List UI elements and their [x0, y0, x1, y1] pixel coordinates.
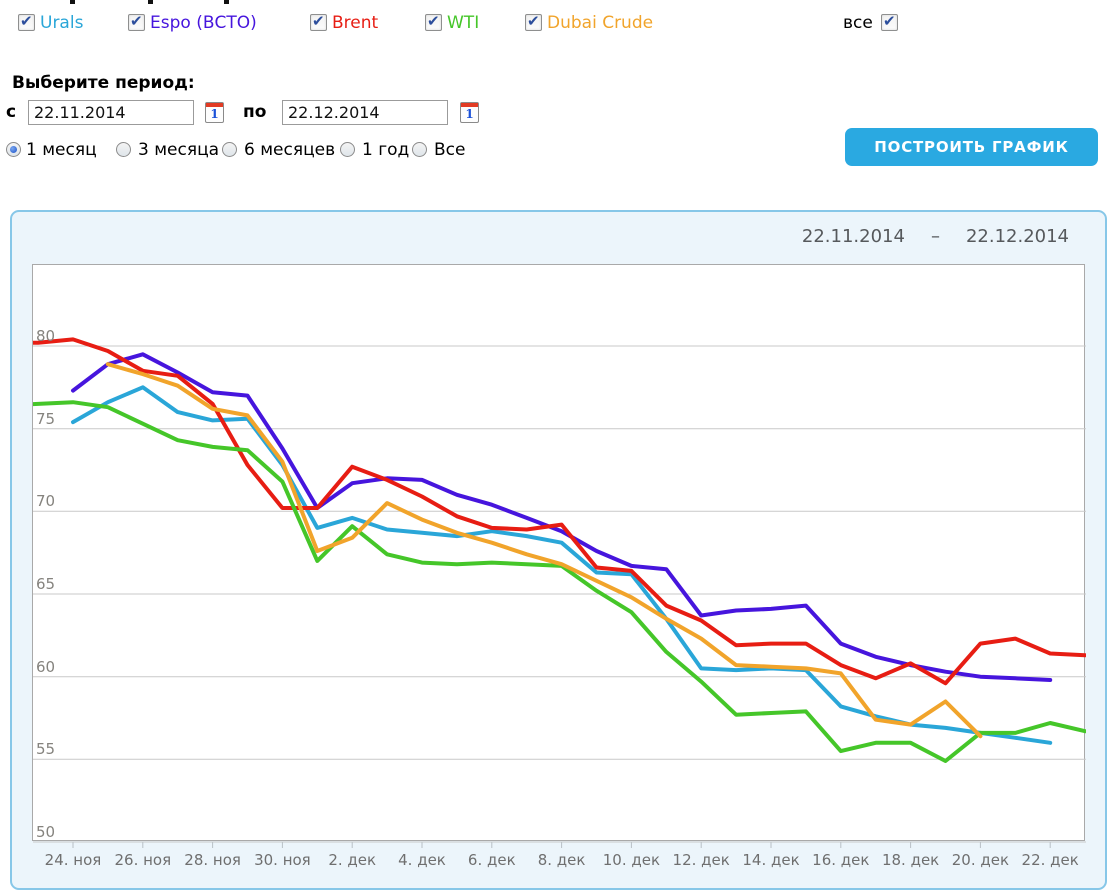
- y-axis-label: 80: [36, 327, 55, 345]
- calendar-icon[interactable]: 1: [205, 102, 224, 123]
- calendar-icon-day: 1: [206, 107, 223, 121]
- period-radio-label[interactable]: Все: [434, 140, 465, 160]
- series-checkbox[interactable]: ✔: [425, 14, 442, 31]
- period-radio-label[interactable]: 1 месяц: [26, 140, 97, 160]
- x-axis-label: 22. дек: [1022, 851, 1079, 869]
- series-line: [73, 354, 1050, 680]
- date-to-input[interactable]: [282, 100, 448, 125]
- check-icon: ✔: [20, 12, 33, 30]
- series-label[interactable]: Dubai Crude: [547, 13, 653, 33]
- chart-panel: 22.11.2014 – 22.12.2014 80 75 70 65 60 55 50 24…: [10, 210, 1107, 890]
- series-checkbox[interactable]: ✔: [18, 14, 35, 31]
- chart-date-range: 22.11.2014 – 22.12.2014: [802, 226, 1069, 247]
- chart-date-from: 22.11.2014: [802, 226, 905, 247]
- series-label[interactable]: Brent: [332, 13, 378, 33]
- x-axis-label: 20. дек: [952, 851, 1009, 869]
- x-axis-label: 14. дек: [742, 851, 799, 869]
- x-axis-label: 2. дек: [328, 851, 376, 869]
- period-radio[interactable]: [222, 142, 237, 157]
- series-line: [3, 402, 1085, 761]
- cropped-heading-fragment: [148, 0, 153, 4]
- date-to-label: по: [243, 102, 266, 122]
- calendar-icon-day: 1: [461, 107, 478, 121]
- period-title: Выберите период:: [12, 73, 195, 93]
- period-radio[interactable]: [116, 142, 131, 157]
- radio-dot: [10, 146, 17, 153]
- x-axis-label: 30. ноя: [254, 851, 311, 869]
- check-icon: ✔: [527, 12, 540, 30]
- check-icon: ✔: [883, 12, 896, 30]
- x-axis-label: 12. дек: [673, 851, 730, 869]
- check-icon: ✔: [312, 12, 325, 30]
- y-axis-label: 70: [36, 492, 55, 510]
- y-axis-label: 75: [36, 410, 55, 428]
- all-series-checkbox[interactable]: ✔: [881, 14, 898, 31]
- period-radio-label[interactable]: 6 месяцев: [244, 140, 335, 160]
- series-checkbox[interactable]: ✔: [525, 14, 542, 31]
- cropped-heading-fragment: [224, 0, 229, 4]
- series-label[interactable]: Espo (ВСТО): [150, 13, 257, 33]
- series-label[interactable]: Urals: [40, 13, 83, 33]
- chart-date-dash: –: [931, 226, 940, 247]
- x-axis-label: 28. ноя: [184, 851, 241, 869]
- x-axis-label: 6. дек: [468, 851, 516, 869]
- chart-date-to: 22.12.2014: [966, 226, 1069, 247]
- y-axis-label: 55: [36, 740, 55, 758]
- calendar-icon[interactable]: 1: [460, 102, 479, 123]
- check-icon: ✔: [427, 12, 440, 30]
- x-axis-label: 26. ноя: [114, 851, 171, 869]
- build-chart-button[interactable]: ПОСТРОИТЬ ГРАФИК: [845, 128, 1098, 166]
- all-series-label[interactable]: все: [843, 13, 873, 33]
- period-radio[interactable]: [340, 142, 355, 157]
- period-radio[interactable]: [6, 142, 21, 157]
- date-from-label: с: [6, 102, 16, 122]
- series-checkbox[interactable]: ✔: [128, 14, 145, 31]
- x-axis-label: 4. дек: [398, 851, 446, 869]
- y-axis-label: 60: [36, 658, 55, 676]
- x-axis-label: 10. дек: [603, 851, 660, 869]
- x-axis-label: 24. ноя: [45, 851, 102, 869]
- series-checkbox[interactable]: ✔: [310, 14, 327, 31]
- period-radio-label[interactable]: 3 месяца: [138, 140, 219, 160]
- check-icon: ✔: [130, 12, 143, 30]
- period-radio[interactable]: [412, 142, 427, 157]
- x-axis-label: 8. дек: [538, 851, 586, 869]
- cropped-heading-fragment: [70, 0, 75, 4]
- y-axis-label: 65: [36, 575, 55, 593]
- x-axis-label: 18. дек: [882, 851, 939, 869]
- y-axis-label: 50: [36, 823, 55, 841]
- period-radio-label[interactable]: 1 год: [362, 140, 409, 160]
- x-axis-label: 16. дек: [812, 851, 869, 869]
- line-chart: [33, 265, 1086, 860]
- series-label[interactable]: WTI: [447, 13, 479, 33]
- date-from-input[interactable]: [28, 100, 194, 125]
- plot-area: 8075706560555024. ноя26. ноя28. ноя30. н…: [32, 264, 1085, 841]
